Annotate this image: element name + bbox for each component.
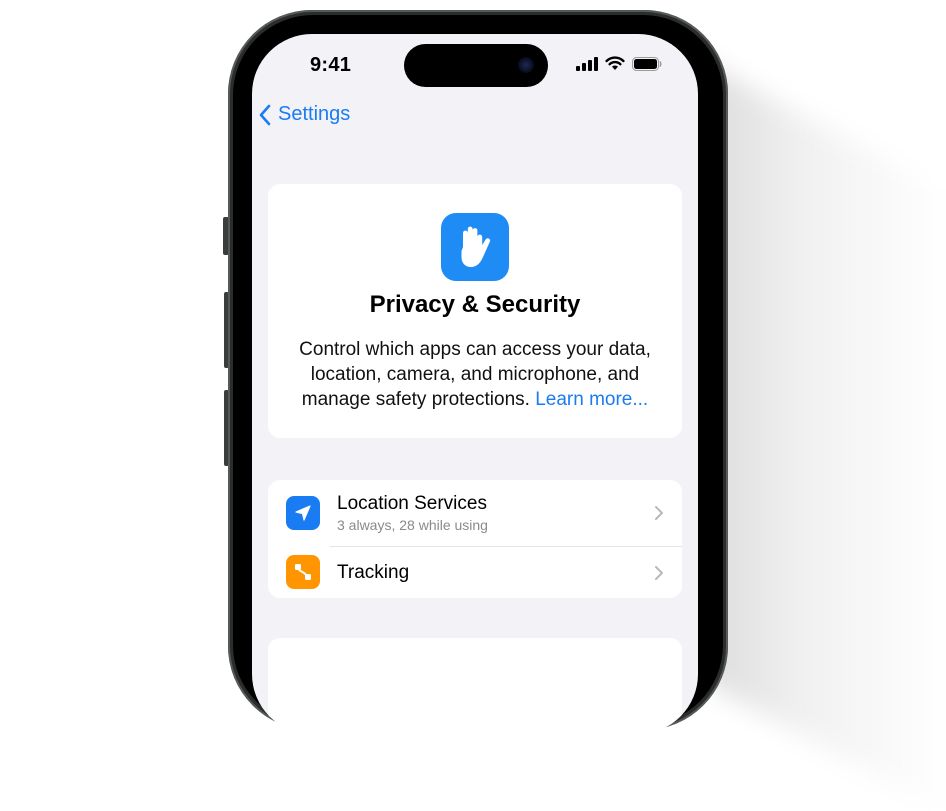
learn-more-link[interactable]: Learn more...	[535, 389, 648, 410]
cellular-signal-icon	[576, 56, 598, 71]
status-icons	[576, 56, 662, 71]
page-description: Control which apps can access your data,…	[278, 337, 672, 412]
phone-screen: 9:41 Settings Privacy & Security Control…	[252, 34, 698, 734]
front-camera-icon	[518, 57, 534, 73]
list-item-title: Location Services	[337, 493, 487, 514]
privacy-settings-list: Location Services 3 always, 28 while usi…	[268, 480, 682, 598]
phone-shadow	[700, 60, 946, 811]
privacy-header-card: Privacy & Security Control which apps ca…	[268, 184, 682, 438]
battery-icon	[632, 56, 662, 71]
list-item-location-services[interactable]: Location Services 3 always, 28 while usi…	[268, 480, 682, 546]
dynamic-island	[404, 44, 548, 87]
tracking-icon	[286, 555, 320, 589]
raised-hand-icon	[441, 213, 509, 281]
list-item-tracking[interactable]: Tracking	[268, 547, 682, 598]
chevron-left-icon	[259, 104, 271, 125]
list-item-title: Tracking	[337, 561, 410, 583]
list-item-subtitle: 3 always, 28 while using	[337, 517, 488, 533]
tracking-text: Tracking	[337, 562, 409, 584]
chevron-right-icon	[655, 565, 663, 580]
back-button[interactable]: Settings	[258, 103, 350, 126]
next-settings-card	[268, 638, 682, 734]
page-title: Privacy & Security	[369, 291, 581, 318]
status-time: 9:41	[310, 54, 352, 76]
back-button-label: Settings	[278, 103, 351, 125]
chevron-right-icon	[655, 506, 663, 520]
location-services-text: Location Services 3 always, 28 while usi…	[337, 493, 488, 533]
phone-frame: 9:41 Settings Privacy & Security Control…	[228, 10, 728, 734]
wifi-icon	[605, 56, 625, 70]
location-arrow-icon	[286, 496, 320, 530]
